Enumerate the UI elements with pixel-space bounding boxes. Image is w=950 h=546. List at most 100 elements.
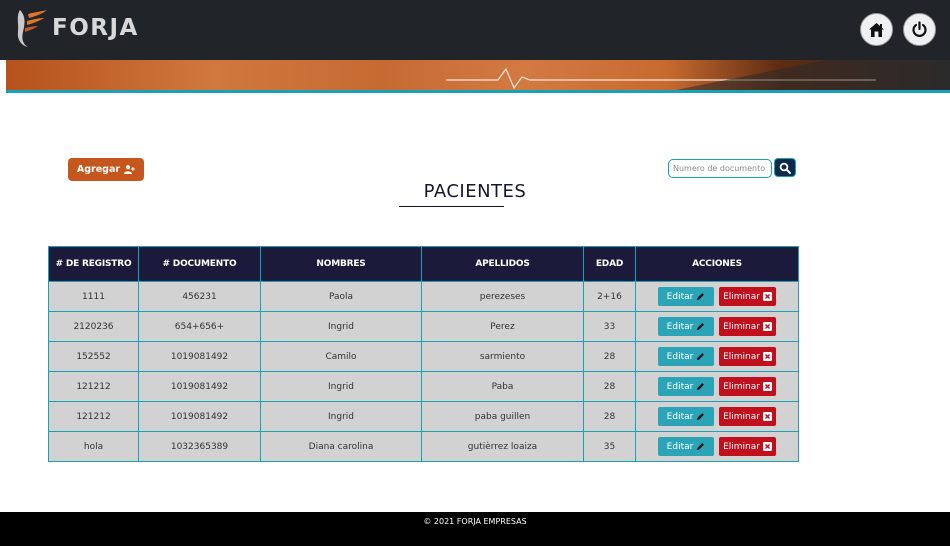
user-plus-icon: [124, 165, 135, 174]
table-header-row: # DE REGISTRO # DOCUMENTO NOMBRES APELLI…: [48, 246, 799, 282]
cell-apellidos: perezeses: [421, 281, 584, 312]
cell-apellidos: Perez: [421, 311, 584, 342]
delete-button[interactable]: Eliminar: [719, 287, 776, 306]
delete-button-label: Eliminar: [723, 411, 760, 422]
cell-registro: 2120236: [48, 311, 139, 342]
home-button[interactable]: [860, 13, 893, 46]
col-header-acciones: ACCIONES: [635, 246, 799, 282]
patients-table: # DE REGISTRO # DOCUMENTO NOMBRES APELLI…: [48, 246, 799, 462]
cell-edad: 28: [583, 341, 636, 372]
edit-button[interactable]: Editar: [658, 287, 714, 306]
power-icon: [912, 21, 927, 37]
cell-nombres: Paola: [260, 281, 422, 312]
row-actions: Editar Eliminar: [636, 317, 798, 336]
cell-acciones: Editar Eliminar: [635, 401, 799, 432]
close-box-icon: [762, 322, 772, 331]
edit-button-label: Editar: [666, 411, 694, 422]
page-title: PACIENTES: [423, 181, 527, 202]
edit-button-label: Editar: [666, 351, 694, 362]
edit-button[interactable]: Editar: [658, 317, 714, 336]
cell-registro: 121212: [48, 401, 139, 432]
delete-button[interactable]: Eliminar: [719, 317, 776, 336]
delete-button-label: Eliminar: [723, 441, 760, 452]
delete-button-label: Eliminar: [723, 381, 760, 392]
table-row: 152552 1019081492 Camilo sarmiento 28 Ed…: [48, 341, 799, 372]
forja-logo[interactable]: FORJA: [14, 8, 139, 48]
table-body: 1111 456231 Paola perezeses 2+16 Editar …: [48, 281, 799, 462]
edit-button[interactable]: Editar: [658, 347, 714, 366]
edit-button[interactable]: Editar: [658, 437, 714, 456]
cell-apellidos: Paba: [421, 371, 584, 402]
edit-button-label: Editar: [666, 321, 694, 332]
delete-button[interactable]: Eliminar: [719, 407, 776, 426]
row-actions: Editar Eliminar: [636, 287, 798, 306]
delete-button[interactable]: Eliminar: [719, 437, 776, 456]
edit-button-label: Editar: [666, 441, 694, 452]
footer: © 2021 FORJA EMPRESAS: [0, 512, 950, 546]
cell-registro: 152552: [48, 341, 139, 372]
cell-registro: 121212: [48, 371, 139, 402]
row-actions: Editar Eliminar: [636, 407, 798, 426]
edit-button[interactable]: Editar: [658, 377, 714, 396]
cell-nombres: Ingrid: [260, 401, 422, 432]
top-navbar: FORJA: [0, 0, 950, 60]
add-patient-button[interactable]: Agregar: [68, 158, 144, 181]
logout-button[interactable]: [903, 13, 936, 46]
row-actions: Editar Eliminar: [636, 437, 798, 456]
cell-edad: 35: [583, 431, 636, 462]
cell-nombres: Ingrid: [260, 371, 422, 402]
banner-divider: [6, 90, 950, 93]
col-header-nombres: NOMBRES: [260, 246, 422, 282]
table-row: 1111 456231 Paola perezeses 2+16 Editar …: [48, 281, 799, 312]
delete-button[interactable]: Eliminar: [719, 347, 776, 366]
cell-edad: 2+16: [583, 281, 636, 312]
cell-apellidos: gutièrrez loaiza: [421, 431, 584, 462]
edit-button[interactable]: Editar: [658, 407, 714, 426]
close-box-icon: [762, 442, 772, 451]
table-row: 121212 1019081492 Ingrid paba guillen 28…: [48, 401, 799, 432]
col-header-documento: # DOCUMENTO: [138, 246, 261, 282]
edit-button-label: Editar: [666, 291, 694, 302]
cell-edad: 33: [583, 311, 636, 342]
home-icon: [869, 22, 884, 37]
search-button[interactable]: [774, 158, 796, 177]
pencil-icon: [697, 293, 705, 300]
cell-documento: 1032365389: [138, 431, 261, 462]
cell-documento: 456231: [138, 281, 261, 312]
table-row: 121212 1019081492 Ingrid Paba 28 Editar …: [48, 371, 799, 402]
cell-edad: 28: [583, 401, 636, 432]
cell-nombres: Diana carolina: [260, 431, 422, 462]
cell-documento: 1019081492: [138, 401, 261, 432]
cell-documento: 1019081492: [138, 341, 261, 372]
col-header-registro: # DE REGISTRO: [48, 246, 139, 282]
cell-apellidos: paba guillen: [421, 401, 584, 432]
cell-acciones: Editar Eliminar: [635, 281, 799, 312]
row-actions: Editar Eliminar: [636, 377, 798, 396]
cell-edad: 28: [583, 371, 636, 402]
cell-registro: hola: [48, 431, 139, 462]
delete-button-label: Eliminar: [723, 351, 760, 362]
pencil-icon: [697, 383, 705, 390]
document-search-input[interactable]: [668, 159, 772, 178]
pencil-icon: [697, 353, 705, 360]
cell-apellidos: sarmiento: [421, 341, 584, 372]
col-header-apellidos: APELLIDOS: [421, 246, 584, 282]
table-row: 2120236 654+656+ Ingrid Perez 33 Editar …: [48, 311, 799, 342]
pencil-icon: [697, 443, 705, 450]
cell-acciones: Editar Eliminar: [635, 311, 799, 342]
header-banner-image: [6, 60, 950, 90]
pencil-icon: [697, 413, 705, 420]
cell-documento: 1019081492: [138, 371, 261, 402]
title-underline: [399, 206, 504, 207]
delete-button-label: Eliminar: [723, 291, 760, 302]
row-actions: Editar Eliminar: [636, 347, 798, 366]
flame-logo-icon: [17, 10, 47, 47]
delete-button[interactable]: Eliminar: [719, 377, 776, 396]
cell-nombres: Ingrid: [260, 311, 422, 342]
edit-button-label: Editar: [666, 381, 694, 392]
delete-button-label: Eliminar: [723, 321, 760, 332]
close-box-icon: [762, 352, 772, 361]
cell-documento: 654+656+: [138, 311, 261, 342]
close-box-icon: [762, 382, 772, 391]
table-row: hola 1032365389 Diana carolina gutièrrez…: [48, 431, 799, 462]
